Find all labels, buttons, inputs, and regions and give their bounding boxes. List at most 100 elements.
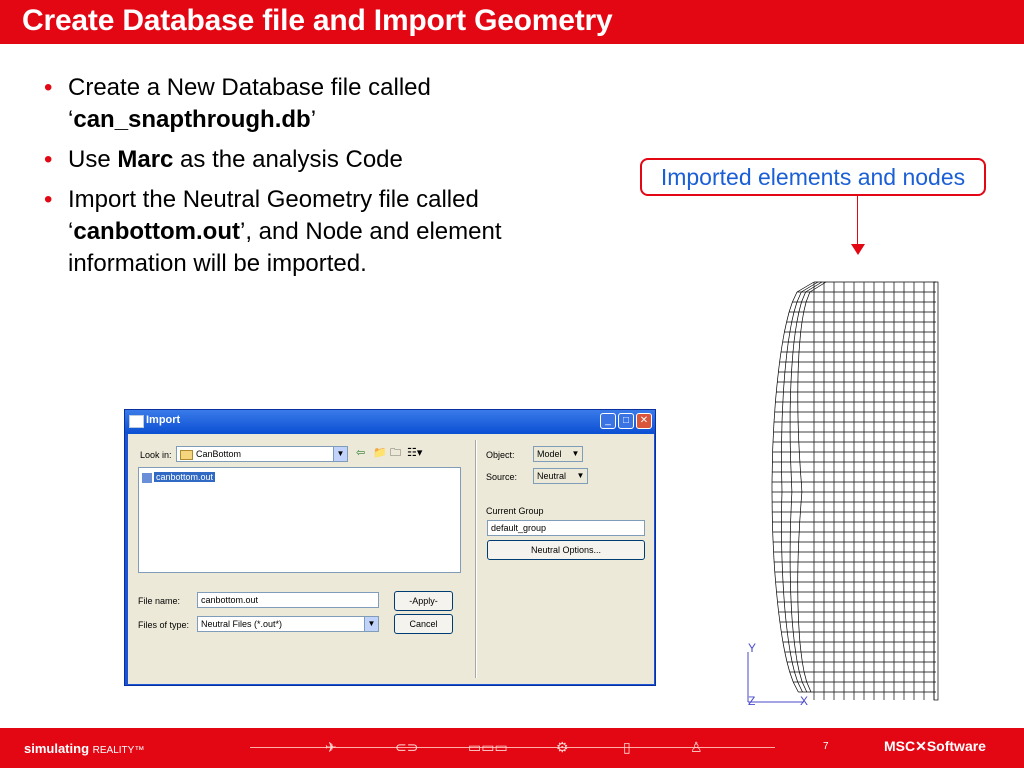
object-label: Object: <box>486 450 515 460</box>
chevron-down-icon[interactable]: ▼ <box>364 617 378 631</box>
mesh-line <box>791 351 794 363</box>
mesh-line <box>798 301 802 313</box>
source-select[interactable]: Neutral ▼ <box>533 468 588 484</box>
mesh-line <box>782 401 784 413</box>
mesh-line <box>776 591 778 603</box>
file-name-field[interactable]: canbottom.out <box>197 592 379 608</box>
mesh-line <box>794 671 799 683</box>
mesh-line <box>782 391 784 403</box>
mesh-line <box>798 451 801 463</box>
mesh-line <box>792 631 795 643</box>
mesh-line <box>798 671 803 683</box>
mesh-line <box>806 681 812 693</box>
mesh-line <box>798 351 800 363</box>
mesh-line <box>793 331 796 343</box>
bullet-dot: • <box>44 186 53 213</box>
axis-x-label: X <box>800 694 808 708</box>
window-icon <box>129 415 144 428</box>
mesh-line <box>788 301 793 313</box>
mesh-line <box>773 551 775 563</box>
cancel-button[interactable]: Cancel <box>394 614 453 634</box>
mesh-line <box>779 351 782 363</box>
close-icon[interactable]: ✕ <box>636 413 652 429</box>
mesh-line <box>775 581 777 593</box>
mesh-line <box>786 341 789 353</box>
train-icon: ▭▭▭ <box>468 739 508 755</box>
callout-arrow-head <box>851 244 865 255</box>
current-group-label: Current Group <box>486 506 544 516</box>
look-in-label: Look in: <box>140 450 172 460</box>
mesh-line <box>796 311 800 323</box>
view-menu-icon[interactable]: ☷▾ <box>407 447 422 459</box>
bullet-item: • Use Marc as the analysis Code <box>44 144 584 176</box>
mesh-line <box>778 361 780 373</box>
source-label: Source: <box>486 472 518 482</box>
neutral-options-button[interactable]: Neutral Options... <box>487 540 645 560</box>
mesh-line <box>787 331 791 343</box>
files-of-type-combo[interactable]: Neutral Files (*.out*) ▼ <box>197 616 379 632</box>
axis-triad <box>747 652 804 703</box>
mesh-line <box>774 571 776 583</box>
mesh-line <box>772 431 774 443</box>
look-in-combo[interactable]: CanBottom ▼ <box>176 446 348 462</box>
mesh-line <box>779 621 782 633</box>
chevron-down-icon[interactable]: ▼ <box>569 447 582 461</box>
mesh-line <box>803 301 807 313</box>
apply-button[interactable]: -Apply- <box>394 591 453 611</box>
mesh-line <box>801 291 806 303</box>
mesh-line <box>785 351 788 363</box>
mesh-line <box>791 361 793 373</box>
up-folder-icon[interactable]: 📁 <box>373 447 387 459</box>
mesh-line <box>800 501 802 513</box>
mesh-line <box>798 631 801 643</box>
object-select[interactable]: Model ▼ <box>533 446 583 462</box>
mesh-line <box>775 391 777 403</box>
dialog-title: Import <box>146 414 181 426</box>
mesh-line <box>793 641 796 653</box>
file-name-label: File name: <box>138 596 181 606</box>
footer-bar: simulating REALITY™ ✈ ⊂⊃ ▭▭▭ ⚙ ▯ ♙ 7 MSC… <box>0 728 1024 768</box>
bullet-bold: canbottom.out <box>73 218 240 245</box>
mesh-line <box>792 681 799 693</box>
airplane-icon: ✈ <box>325 739 337 755</box>
list-item[interactable]: canbottom.out <box>142 471 216 484</box>
mesh-line <box>789 651 793 663</box>
current-group-field[interactable]: default_group <box>487 520 645 536</box>
chevron-down-icon[interactable]: ▼ <box>574 469 587 483</box>
mesh-line <box>799 331 802 343</box>
mesh-line <box>783 591 785 603</box>
dialog-title-bar[interactable]: Import _ □ ✕ <box>125 410 655 434</box>
mesh-line <box>783 601 786 613</box>
mesh-line <box>800 481 803 493</box>
mesh-line <box>792 291 798 303</box>
maximize-icon[interactable]: □ <box>618 413 634 429</box>
msc-software-logo: MSC✕Software <box>884 738 986 754</box>
bullet-item: • Create a New Database file called ‘can… <box>44 72 584 136</box>
mesh-line <box>801 311 805 323</box>
axis-y-label: Y <box>748 641 756 655</box>
back-icon[interactable]: ⇦ <box>356 447 365 459</box>
bullet-bold: Marc <box>117 146 174 173</box>
files-of-type-value: Neutral Files (*.out*) <box>201 619 283 629</box>
mesh-line <box>773 561 776 573</box>
tagline-main: simulating <box>24 741 90 756</box>
minimize-icon[interactable]: _ <box>600 413 616 429</box>
tagline-reality: REALITY™ <box>92 745 145 756</box>
mesh-line <box>784 611 787 623</box>
new-folder-icon[interactable]: 🗀 <box>390 447 401 459</box>
car-icon: ⊂⊃ <box>395 739 419 755</box>
mesh-line <box>780 631 784 643</box>
mesh-line <box>773 421 775 433</box>
mesh-line <box>774 401 776 413</box>
page-number: 7 <box>823 741 829 752</box>
mesh-line <box>797 681 803 693</box>
chevron-down-icon[interactable]: ▼ <box>333 447 347 461</box>
mesh-line <box>800 321 803 333</box>
file-list[interactable]: canbottom.out <box>138 467 461 573</box>
mesh-line <box>788 641 791 653</box>
bullet-list: • Create a New Database file called ‘can… <box>44 72 584 288</box>
bullet-item: • Import the Neutral Geometry file calle… <box>44 184 584 280</box>
mesh-line <box>799 461 801 473</box>
mesh-line <box>786 661 791 673</box>
mesh-line <box>776 371 779 383</box>
